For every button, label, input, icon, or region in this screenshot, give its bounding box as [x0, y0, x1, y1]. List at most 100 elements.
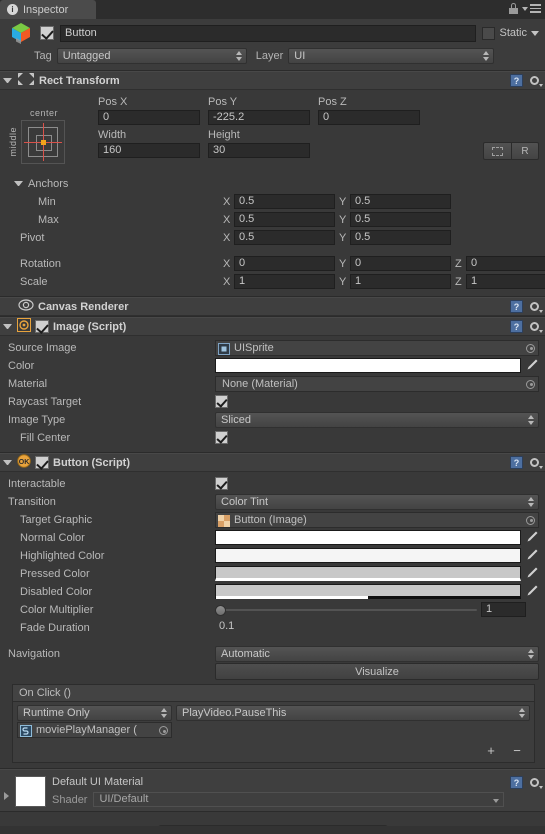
- disabled-color-label: Disabled Color: [20, 585, 93, 598]
- foldout-arrow-icon[interactable]: [3, 324, 12, 329]
- on-click-mode-dropdown[interactable]: Runtime Only: [17, 705, 172, 721]
- scale-y-input[interactable]: 1: [350, 274, 451, 289]
- scale-z-input[interactable]: 1: [466, 274, 545, 289]
- rect-transform-header[interactable]: Rect Transform ?: [0, 71, 545, 90]
- object-picker-icon[interactable]: [526, 515, 535, 525]
- gear-icon[interactable]: [528, 320, 543, 333]
- button-script-title: Button (Script): [53, 456, 130, 469]
- button-script-enabled-checkbox[interactable]: [35, 456, 49, 469]
- anchors-foldout-row[interactable]: Anchors: [8, 175, 545, 192]
- pivot-x-input[interactable]: 0.5: [234, 230, 335, 245]
- target-graphic-objectfield[interactable]: Button (Image): [215, 511, 539, 528]
- anchor-min-x-input[interactable]: 0.5: [234, 194, 335, 209]
- button-script-header[interactable]: OK Button (Script) ?: [0, 453, 545, 472]
- window-bottom-strip: [0, 826, 545, 834]
- pos-z-input[interactable]: 0: [318, 109, 420, 125]
- help-icon[interactable]: ?: [510, 320, 523, 333]
- static-checkbox[interactable]: [482, 26, 496, 40]
- color-multiplier-input[interactable]: 1: [481, 602, 526, 617]
- image-script-icon: [17, 318, 31, 335]
- interactable-checkbox[interactable]: [215, 477, 228, 490]
- blueprint-mode-button[interactable]: [483, 142, 511, 160]
- component-image-script: Image (Script) ? Source Image UISprite C…: [0, 317, 545, 453]
- pos-y-input[interactable]: -225.2: [208, 109, 310, 125]
- on-click-entry-row-bottom: moviePlayManager (: [17, 722, 530, 738]
- anchor-max-y-input[interactable]: 0.5: [350, 212, 451, 227]
- eyedropper-icon[interactable]: [525, 530, 539, 545]
- gear-icon[interactable]: [528, 776, 543, 789]
- on-click-function-dropdown[interactable]: PlayVideo.PauseThis: [176, 705, 530, 721]
- image-script-enabled-checkbox[interactable]: [35, 320, 49, 333]
- anchor-min-y-input[interactable]: 0.5: [350, 194, 451, 209]
- rotation-y-input[interactable]: 0: [350, 256, 451, 271]
- tab-bar: i Inspector: [0, 0, 545, 19]
- foldout-arrow-icon[interactable]: [3, 78, 12, 83]
- eyedropper-icon[interactable]: [525, 566, 539, 581]
- object-picker-icon[interactable]: [526, 343, 535, 353]
- tab-inspector[interactable]: i Inspector: [0, 0, 96, 19]
- image-type-dropdown[interactable]: Sliced: [215, 411, 539, 428]
- gear-icon[interactable]: [528, 300, 543, 313]
- highlighted-color-swatch[interactable]: [215, 548, 521, 563]
- layer-dropdown[interactable]: UI: [288, 48, 495, 64]
- normal-color-swatch[interactable]: [215, 530, 521, 545]
- color-multiplier-slider[interactable]: [215, 603, 477, 617]
- anchors-foldout-arrow-icon[interactable]: [14, 181, 23, 186]
- fill-center-checkbox[interactable]: [215, 431, 228, 444]
- pos-x-input[interactable]: 0: [98, 109, 200, 125]
- raycast-target-checkbox[interactable]: [215, 395, 228, 408]
- eyedropper-icon[interactable]: [525, 358, 539, 373]
- help-icon[interactable]: ?: [510, 776, 523, 789]
- inspector-window: i Inspector Button Static Tag Untagged L…: [0, 0, 545, 834]
- visualize-button[interactable]: Visualize: [215, 663, 539, 680]
- tag-dropdown[interactable]: Untagged: [56, 48, 247, 64]
- anchor-preset-box[interactable]: [21, 120, 65, 164]
- pressed-color-swatch[interactable]: [215, 566, 521, 581]
- help-icon[interactable]: ?: [510, 74, 523, 87]
- position-value-row: 0 -225.2 0: [98, 108, 545, 126]
- canvas-renderer-header[interactable]: Canvas Renderer ?: [0, 297, 545, 316]
- on-click-object-field[interactable]: moviePlayManager (: [17, 722, 172, 738]
- help-icon[interactable]: ?: [510, 300, 523, 313]
- rotation-x-input[interactable]: 0: [234, 256, 335, 271]
- image-material-objectfield[interactable]: None (Material): [215, 375, 539, 392]
- on-click-remove-button[interactable]: −: [504, 744, 530, 759]
- pivot-y-input[interactable]: 0.5: [350, 230, 451, 245]
- rotation-z-input[interactable]: 0: [466, 256, 545, 271]
- height-input[interactable]: 30: [208, 142, 310, 158]
- object-picker-icon[interactable]: [526, 379, 535, 389]
- gameobject-enabled-checkbox[interactable]: [40, 26, 54, 40]
- image-script-header[interactable]: Image (Script) ?: [0, 317, 545, 336]
- scale-x-input[interactable]: 1: [234, 274, 335, 289]
- anchor-preset-widget[interactable]: center middle: [8, 108, 80, 164]
- lock-icon[interactable]: [509, 3, 518, 14]
- anchor-max-label: Max: [38, 213, 59, 226]
- rotation-label: Rotation: [20, 257, 61, 270]
- navigation-dropdown[interactable]: Automatic: [215, 645, 539, 662]
- gameobject-name-input[interactable]: Button: [60, 24, 477, 42]
- material-preview-section: Default UI Material Shader UI/Default ?: [0, 769, 545, 812]
- gear-icon[interactable]: [528, 74, 543, 87]
- transition-dropdown[interactable]: Color Tint: [215, 493, 539, 510]
- blueprint-raw-toggle-group[interactable]: R: [483, 142, 539, 160]
- width-input[interactable]: 160: [98, 142, 200, 158]
- material-foldout-arrow-icon[interactable]: [4, 792, 9, 800]
- disabled-color-swatch[interactable]: [215, 584, 521, 599]
- shader-dropdown[interactable]: UI/Default: [93, 792, 504, 807]
- static-dropdown-arrow-icon[interactable]: [531, 30, 539, 36]
- anchor-max-x-input[interactable]: 0.5: [234, 212, 335, 227]
- target-graphic-label: Target Graphic: [20, 513, 93, 526]
- fade-duration-input[interactable]: 0.1: [215, 620, 539, 635]
- hamburger-menu-icon[interactable]: [522, 4, 541, 13]
- eyedropper-icon[interactable]: [525, 548, 539, 563]
- on-click-add-button[interactable]: +: [478, 744, 504, 759]
- source-image-objectfield[interactable]: UISprite: [215, 339, 539, 356]
- image-color-swatch[interactable]: [215, 358, 521, 373]
- raw-edit-mode-button[interactable]: R: [511, 142, 539, 160]
- static-toggle-group[interactable]: Static: [482, 26, 539, 40]
- object-picker-icon[interactable]: [159, 726, 168, 735]
- eyedropper-icon[interactable]: [525, 584, 539, 599]
- foldout-arrow-icon[interactable]: [3, 460, 12, 465]
- help-icon[interactable]: ?: [510, 456, 523, 469]
- gear-icon[interactable]: [528, 456, 543, 469]
